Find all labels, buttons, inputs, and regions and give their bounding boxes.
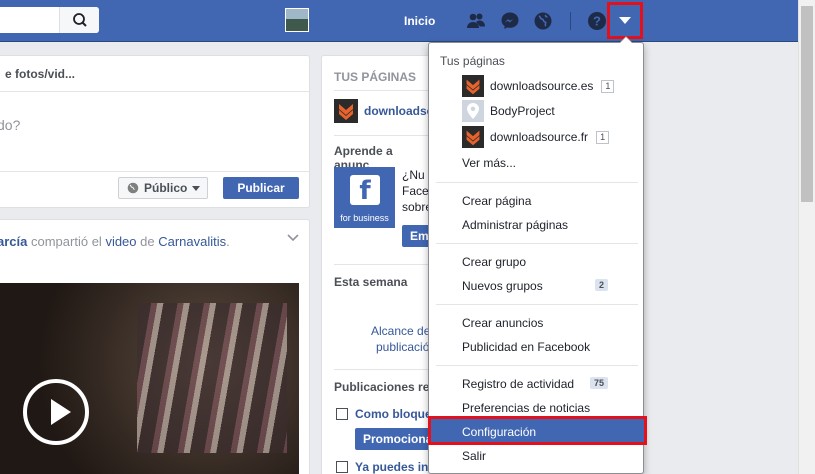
publish-button[interactable]: Publicar [223,177,299,199]
downloadsource-logo-icon [339,104,353,120]
promo-text-line1: ¿Nu [402,168,425,182]
news-feed-preferences-item[interactable]: Preferencias de noticias [462,401,590,415]
caret-down-icon [192,185,201,191]
post-de-text: de [140,234,155,249]
panel-divider [334,264,430,265]
page-name-link[interactable]: downloadsc [364,104,430,118]
facebook-f-icon: f [350,175,380,206]
menu-page-name: downloadsource.es [490,79,594,93]
post-composer: e fotos/vid... do? Público Publicar [0,55,310,208]
friend-requests-icon[interactable] [466,11,486,31]
menu-page-item[interactable]: downloadsource.fr 1 [462,126,610,148]
composer-photo-video-tab[interactable]: e fotos/vid... [5,67,75,81]
composer-divider [0,91,309,92]
manage-pages-item[interactable]: Administrar páginas [462,218,568,232]
settings-highlight-box [428,416,647,445]
post-header: arcía compartió el video de Carnavalitis… [0,234,230,249]
recent-post-link-1[interactable]: Como bloque [355,407,430,421]
post-author-link[interactable]: arcía [0,234,27,249]
location-pin-icon [462,100,484,122]
your-pages-heading: TUS PÁGINAS [334,70,417,84]
edit-post-icon [336,461,348,473]
post-video-link[interactable]: video [105,234,136,249]
menu-divider [436,304,638,305]
your-pages-menu-heading: Tus páginas [440,54,505,68]
post-video-player[interactable] [0,283,299,474]
menu-divider [436,365,638,366]
messenger-icon[interactable] [500,11,520,31]
audience-selector-button[interactable]: Público [118,177,208,199]
search-input[interactable] [0,7,99,33]
video-frame-image [137,303,287,453]
menu-page-item[interactable]: BodyProject [462,100,555,122]
create-ads-item[interactable]: Crear anuncios [462,316,543,330]
account-menu-button[interactable] [607,2,643,39]
search-button[interactable] [59,7,99,33]
top-navigation-bar: Inicio ? [0,0,798,42]
account-dropdown-menu: Tus páginas downloadsource.es 1 BodyProj… [428,36,645,474]
recent-posts-heading: Publicaciones re [334,380,430,394]
composer-footer-divider [0,171,309,172]
menu-page-name: downloadsource.fr [490,130,589,144]
recent-post-link-2[interactable]: Ya puedes in [355,460,428,474]
topbar-separator [570,12,571,30]
post-page-link[interactable]: Carnavalitis [158,234,226,249]
reach-link-line2[interactable]: publicació [376,340,429,354]
for-business-label: for business [340,213,389,223]
menu-page-item[interactable]: downloadsource.es 1 [462,75,615,97]
svg-text:?: ? [593,14,601,29]
page-notification-count: 1 [601,79,615,93]
panel-divider [334,135,430,136]
this-week-heading: Esta semana [334,275,408,289]
promo-start-button[interactable]: Em [402,225,430,247]
promote-post-button[interactable]: Promociona [355,428,430,450]
post-options-chevron-icon[interactable] [287,234,299,242]
facebook-for-business-logo[interactable]: f for business [334,167,395,228]
panel-divider [334,369,430,370]
composer-prompt-text[interactable]: do? [0,117,20,133]
logout-item[interactable]: Salir [462,449,486,463]
profile-thumbnail[interactable] [285,8,309,32]
page-notification-count: 1 [596,130,610,144]
create-page-item[interactable]: Crear página [462,194,531,208]
reach-link-line1[interactable]: Alcance de [371,324,430,338]
promo-text-line3: sobre [402,200,431,214]
globe-icon [127,182,139,194]
help-icon[interactable]: ? [587,11,607,31]
activity-log-count-badge: 75 [589,377,608,389]
post-shared-text: compartió el [31,234,102,249]
menu-divider [436,182,638,183]
caret-down-icon [619,16,631,24]
facebook-ads-item[interactable]: Publicidad en Facebook [462,340,590,354]
scrollbar-thumb[interactable] [801,6,813,202]
right-column-pages-panel: TUS PÁGINAS downloadsc Aprende a anunc f… [321,55,431,474]
edit-post-icon [336,408,348,420]
search-icon [73,13,87,27]
panel-divider [334,90,430,91]
news-feed-post: arcía compartió el video de Carnavalitis… [0,219,310,474]
post-period: . [226,234,230,249]
new-groups-item[interactable]: Nuevos grupos [462,279,543,293]
downloadsource-logo-icon [462,126,484,148]
notifications-globe-icon[interactable] [533,11,553,31]
menu-divider [436,243,638,244]
promo-text-line2: Face [402,184,429,198]
audience-label: Público [144,181,188,195]
downloadsource-logo-icon [462,75,484,97]
activity-log-item[interactable]: Registro de actividad [462,377,574,391]
home-link[interactable]: Inicio [404,14,435,28]
video-play-icon[interactable] [23,379,89,445]
page-logo-icon[interactable] [334,99,358,123]
menu-page-name: BodyProject [490,104,555,118]
create-group-item[interactable]: Crear grupo [462,255,526,269]
see-more-pages-link[interactable]: Ver más... [462,156,516,170]
page-scrollbar[interactable] [798,0,815,474]
new-groups-count-badge: 2 [594,279,608,291]
